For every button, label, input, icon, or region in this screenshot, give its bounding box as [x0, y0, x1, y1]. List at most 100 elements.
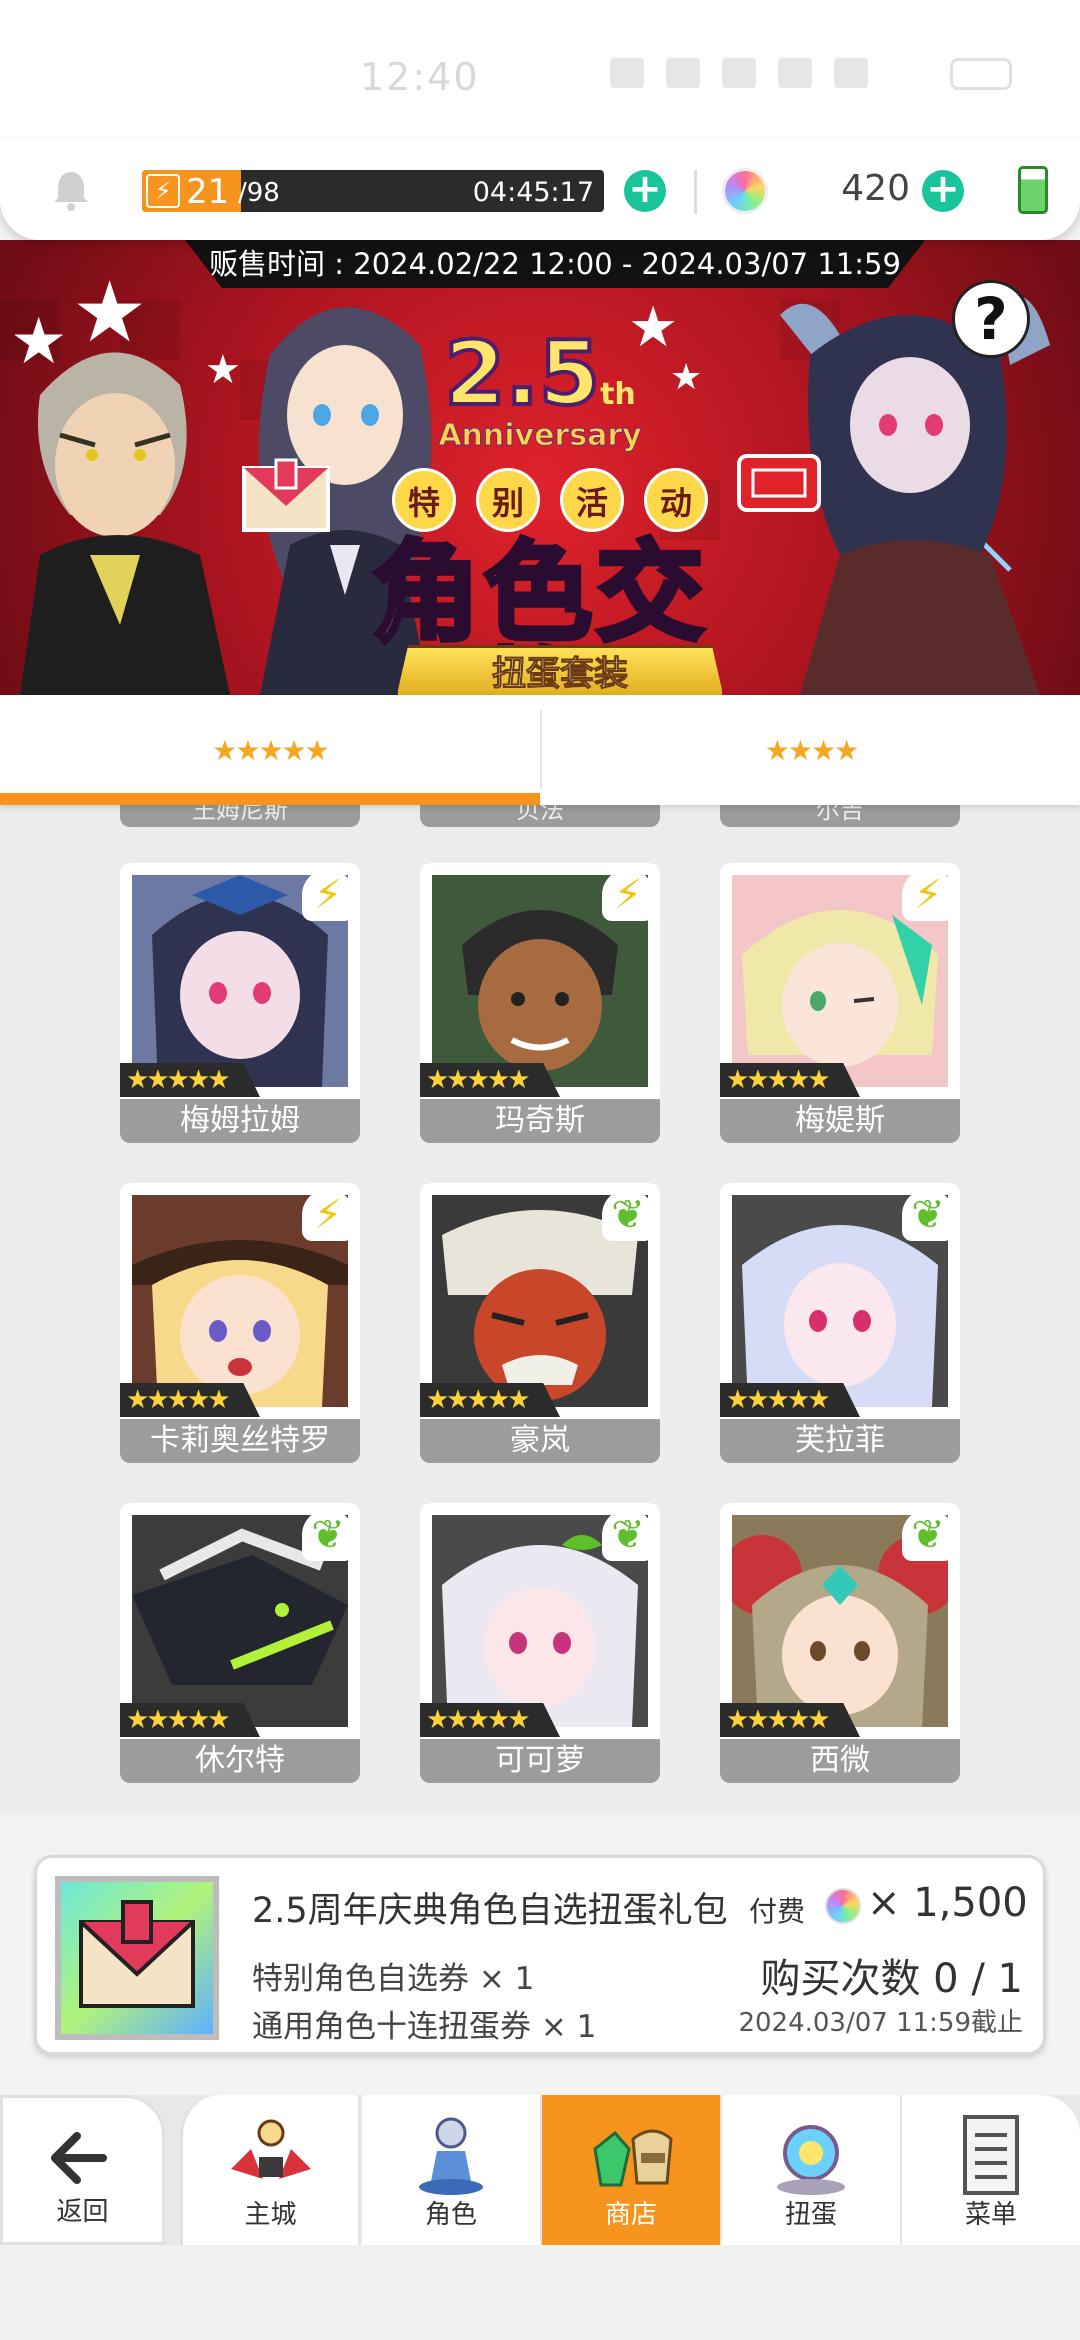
product-deadline: 2024.03/07 11:59截止 — [738, 2008, 1023, 2038]
add-gem-button[interactable]: + — [922, 169, 964, 212]
tab-four-star[interactable]: ★★★★ — [542, 695, 1080, 805]
banner-subtitle: 扭蛋套装 — [395, 645, 725, 695]
product-item: 通用角色十连扭蛋券 × 1 — [252, 2009, 597, 2045]
gem-icon — [722, 168, 768, 214]
character-card[interactable]: ⚡ ★★★★★ 玛奇斯 — [420, 863, 660, 1143]
character-name: 芙拉菲 — [795, 1423, 885, 1458]
wind-element-icon: ❦ — [902, 1189, 954, 1241]
partial-card[interactable]: 贝法 — [420, 805, 660, 827]
character-name: 梅姆拉姆 — [180, 1103, 300, 1138]
stamina-bar: ⚡ 21 /98 04:45:17 — [142, 170, 604, 212]
rarity-stars: ★★★★★ — [420, 1383, 560, 1417]
tab-four-star-label: ★★★★ — [764, 733, 859, 767]
character-card[interactable]: ⚡ ★★★★★ 梅姆拉姆 — [120, 863, 360, 1143]
event-tag: 动 — [644, 468, 708, 532]
event-tag: 活 — [560, 468, 624, 532]
header-divider — [694, 170, 697, 214]
envelope-icon — [242, 458, 330, 532]
character-art-left — [20, 352, 230, 695]
nav-item-gacha[interactable]: 扭蛋 — [722, 2095, 902, 2245]
signal-icon — [834, 58, 868, 88]
character-card[interactable]: ❦ ★★★★★ 可可萝 — [420, 1503, 660, 1783]
tab-five-star[interactable]: ★★★★★ — [0, 695, 540, 805]
town-icon — [230, 2119, 311, 2179]
rarity-stars: ★★★★★ — [720, 1383, 860, 1417]
anniversary-number: 2.5 — [442, 322, 602, 425]
bell-icon[interactable] — [50, 168, 92, 212]
gacha-icon — [777, 2125, 845, 2195]
anniversary-suffix: th — [600, 377, 636, 412]
app-screen: 12:40 ⚡ 21 /98 04:45:17 + 420 + 贩售时间: 2… — [0, 0, 1080, 2340]
back-label: 返回 — [56, 2197, 109, 2227]
stamina-bolt-icon: ⚡ — [146, 174, 180, 208]
thunder-element-icon: ⚡ — [902, 869, 954, 921]
system-gesture-bar — [0, 2245, 1080, 2340]
event-tag: 别 — [476, 468, 540, 532]
nav-item-shop[interactable]: 商店 — [542, 2095, 722, 2245]
mute-icon — [722, 58, 756, 88]
thunder-element-icon: ⚡ — [302, 869, 354, 921]
character-name: 卡莉奥丝特罗 — [150, 1423, 330, 1458]
rarity-stars: ★★★★★ — [120, 1063, 260, 1097]
status-icons — [610, 58, 868, 88]
anniversary-word: Anniversary — [438, 418, 642, 454]
event-tag: 特 — [392, 468, 456, 532]
product-price: × 1,500 — [867, 1880, 1028, 1926]
shop-icon — [593, 2129, 673, 2187]
character-name: 豪岚 — [510, 1423, 570, 1458]
partial-card[interactable]: 王姆尼斯 — [120, 805, 360, 827]
ticket-icon — [737, 454, 821, 512]
thunder-element-icon: ⚡ — [302, 1189, 354, 1241]
menu-icon — [963, 2115, 1019, 2195]
resource-header: ⚡ 21 /98 04:45:17 + 420 + — [0, 140, 1080, 240]
character-name: 可可萝 — [495, 1743, 585, 1778]
status-time: 12:40 — [360, 55, 480, 99]
nav-label: 角色 — [424, 2200, 477, 2230]
status-battery-icon — [950, 58, 1012, 90]
stamina-current: 21 — [186, 172, 230, 212]
bluetooth-icon — [666, 58, 700, 88]
help-button[interactable]: ? — [952, 280, 1030, 358]
back-button[interactable]: 返回 — [0, 2095, 165, 2245]
partial-card[interactable]: 尔吉 — [720, 805, 960, 827]
gem-icon — [825, 1888, 861, 1924]
stamina-timer: 04:45:17 — [472, 177, 594, 208]
rarity-stars: ★★★★★ — [120, 1383, 260, 1417]
battery-icon — [1018, 166, 1048, 214]
nav-label: 商店 — [604, 2200, 657, 2230]
event-banner: 贩售时间 : 2024.02/22 12:00 - 2024.03/07 11:… — [0, 240, 1080, 695]
rarity-stars: ★★★★★ — [420, 1703, 560, 1737]
character-card[interactable]: ❦ ★★★★★ 西微 — [720, 1503, 960, 1783]
paid-label: 付费 — [749, 1895, 806, 1928]
character-card[interactable]: ⚡ ★★★★★ 梅媞斯 — [720, 863, 960, 1143]
nav-label: 菜单 — [964, 2200, 1017, 2230]
gem-count: 420 — [841, 168, 910, 209]
purchase-limit: 购买次数 0 / 1 — [760, 1956, 1023, 2002]
add-stamina-button[interactable]: + — [624, 169, 666, 212]
wind-element-icon: ❦ — [902, 1509, 954, 1561]
thunder-element-icon: ⚡ — [602, 869, 654, 921]
stamina-max: /98 — [238, 178, 280, 208]
anniversary-logo: 2.5th Anniversary — [420, 328, 660, 454]
rarity-stars: ★★★★★ — [420, 1063, 560, 1097]
character-name: 休尔特 — [195, 1743, 285, 1778]
rarity-tabs: ★★★★★ ★★★★ — [0, 695, 1080, 805]
character-card[interactable]: ❦ ★★★★★ 芙拉菲 — [720, 1183, 960, 1463]
nav-item-town[interactable]: 主城 — [180, 2095, 360, 2245]
rarity-stars: ★★★★★ — [720, 1703, 860, 1737]
wind-element-icon: ❦ — [302, 1509, 354, 1561]
wind-element-icon: ❦ — [602, 1189, 654, 1241]
character-card[interactable]: ❦ ★★★★★ 休尔特 — [120, 1503, 360, 1783]
nfc-icon — [610, 58, 644, 88]
status-bar: 12:40 — [0, 0, 1080, 140]
tab-five-star-label: ★★★★★ — [212, 733, 330, 767]
product-title: 2.5周年庆典角色自选扭蛋礼包 — [252, 1891, 728, 1931]
product-panel[interactable]: 2.5周年庆典角色自选扭蛋礼包 付费 × 1,500 特别角色自选券 × 1 通… — [34, 1855, 1046, 2055]
wifi-icon — [778, 58, 812, 88]
nav-item-menu[interactable]: 菜单 — [902, 2095, 1080, 2245]
character-card[interactable]: ❦ ★★★★★ 豪岚 — [420, 1183, 660, 1463]
nav-label: 主城 — [244, 2200, 297, 2230]
character-card[interactable]: ⚡ ★★★★★ 卡莉奥丝特罗 — [120, 1183, 360, 1463]
character-name: 梅媞斯 — [795, 1103, 885, 1138]
nav-item-character[interactable]: 角色 — [362, 2095, 542, 2245]
